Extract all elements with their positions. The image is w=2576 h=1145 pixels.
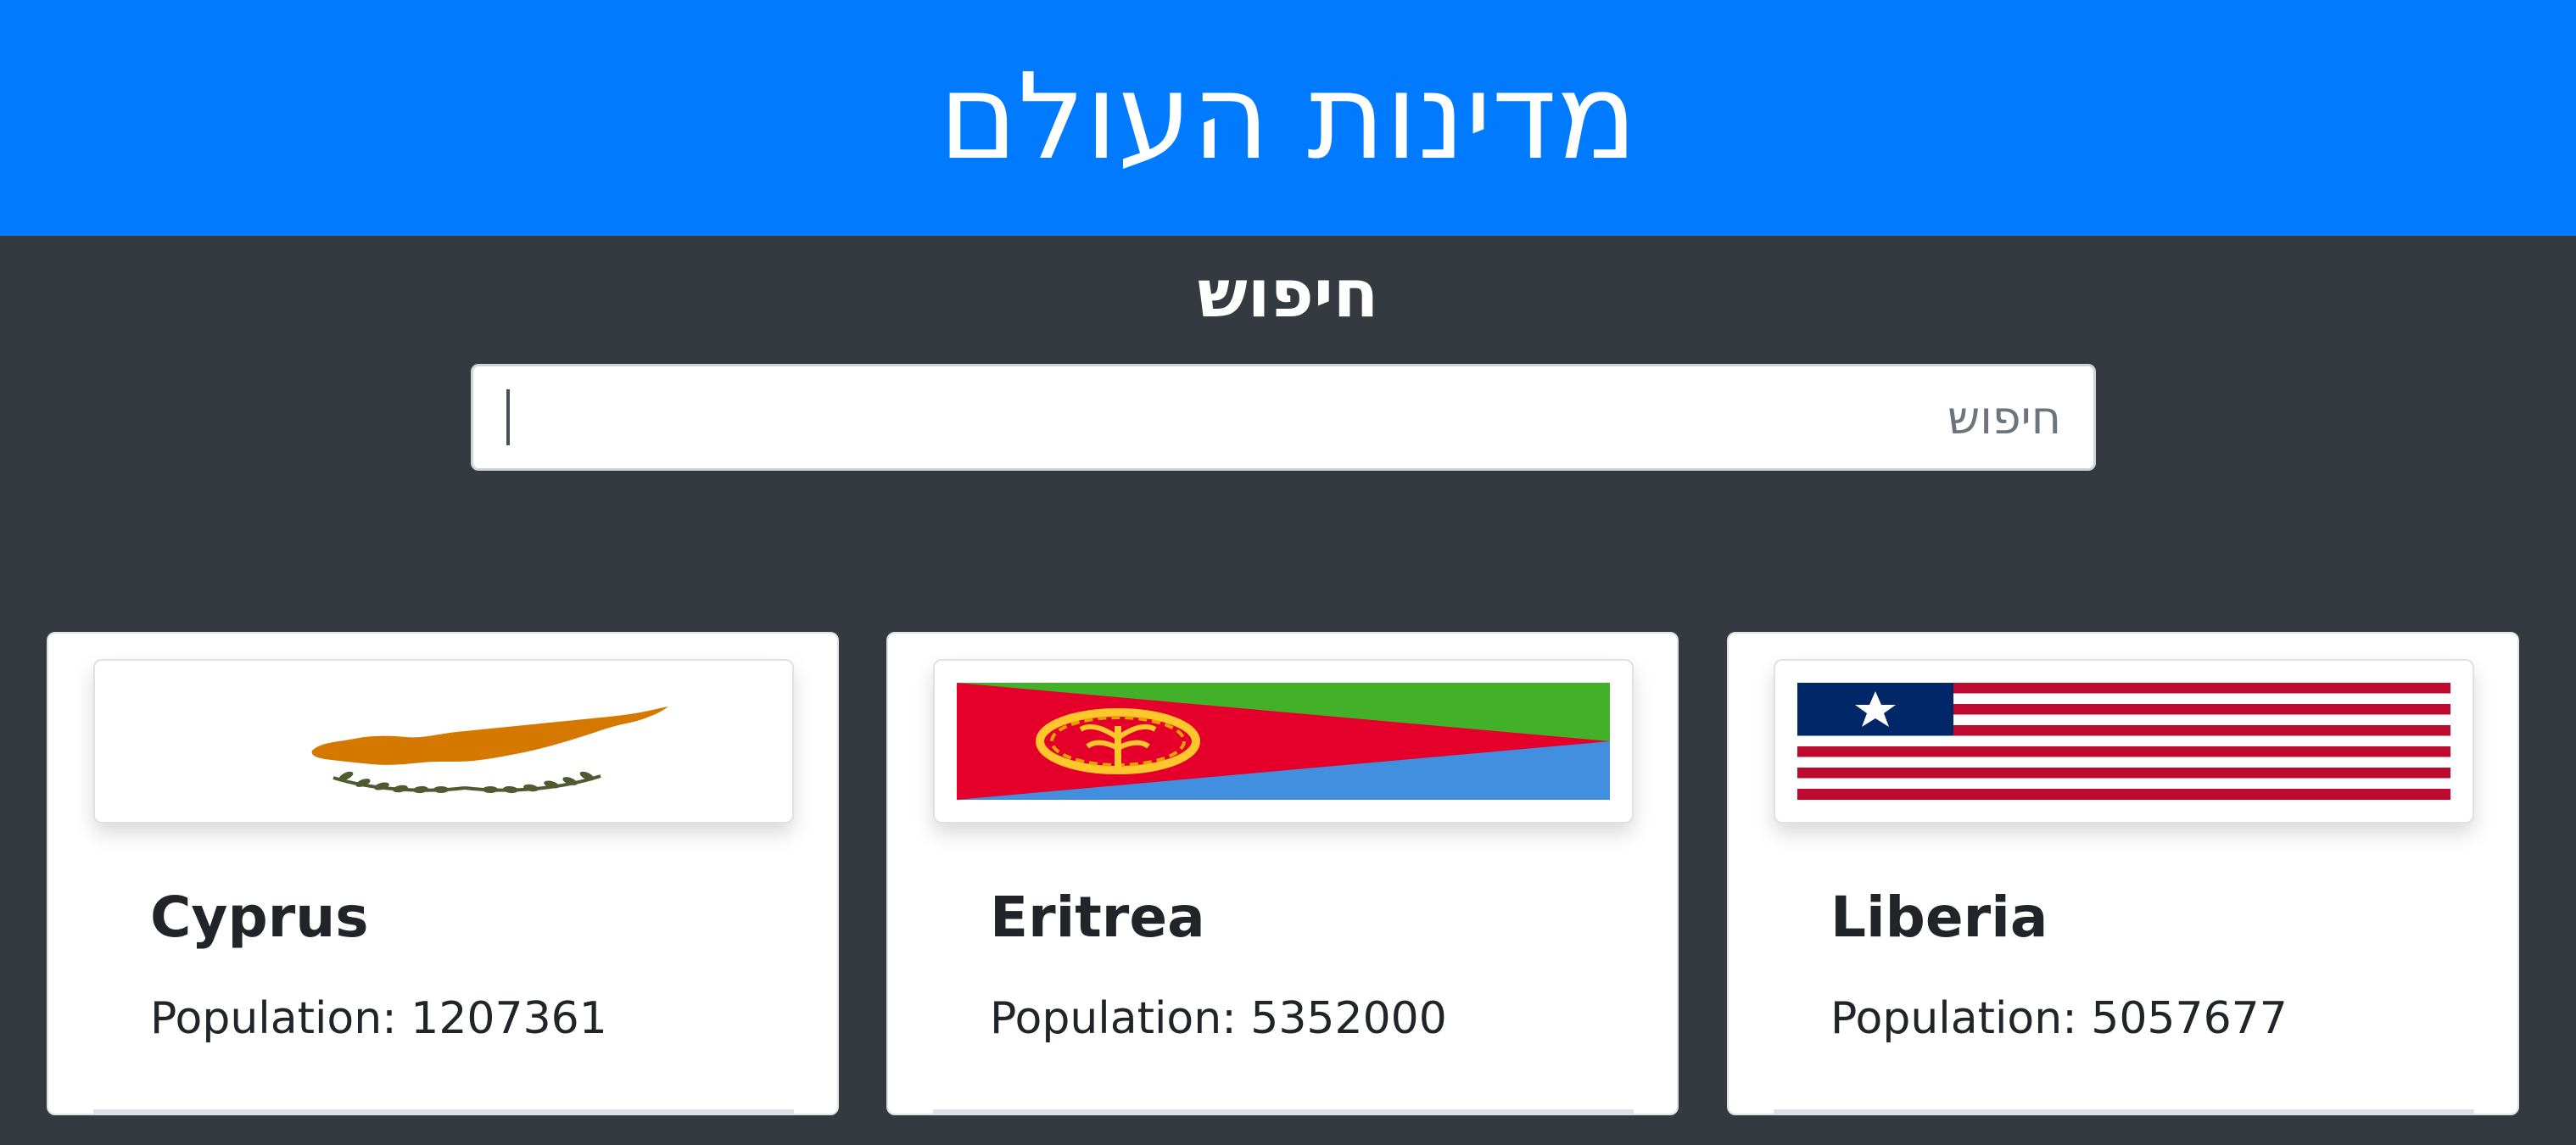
text-caret bbox=[506, 389, 510, 445]
card-divider bbox=[933, 1109, 1634, 1114]
flag-frame bbox=[1774, 659, 2474, 824]
page-header: מדינות העולם bbox=[0, 0, 2576, 236]
page-title: מדינות העולם bbox=[938, 48, 1638, 187]
card-divider bbox=[93, 1109, 794, 1114]
country-population: Population: 5057677 bbox=[1830, 993, 2288, 1044]
country-population: Population: 1207361 bbox=[150, 993, 607, 1044]
search-input[interactable] bbox=[471, 364, 2096, 471]
cyprus-flag-icon bbox=[117, 683, 770, 800]
card-divider bbox=[1774, 1109, 2474, 1114]
country-card-liberia[interactable]: Liberia Population: 5057677 bbox=[1727, 632, 2519, 1115]
country-population: Population: 5352000 bbox=[990, 993, 1447, 1044]
country-name: Cyprus bbox=[150, 885, 369, 950]
country-card-eritrea[interactable]: Eritrea Population: 5352000 bbox=[886, 632, 1679, 1115]
flag-frame bbox=[933, 659, 1634, 824]
country-name: Liberia bbox=[1830, 885, 2048, 950]
liberia-flag-icon bbox=[1797, 683, 2450, 800]
country-card-cyprus[interactable]: Cyprus Population: 1207361 bbox=[47, 632, 839, 1115]
eritrea-flag-icon bbox=[957, 683, 1610, 800]
country-name: Eritrea bbox=[990, 885, 1205, 950]
flag-frame bbox=[93, 659, 794, 824]
search-heading: חיפוש bbox=[1197, 256, 1379, 332]
